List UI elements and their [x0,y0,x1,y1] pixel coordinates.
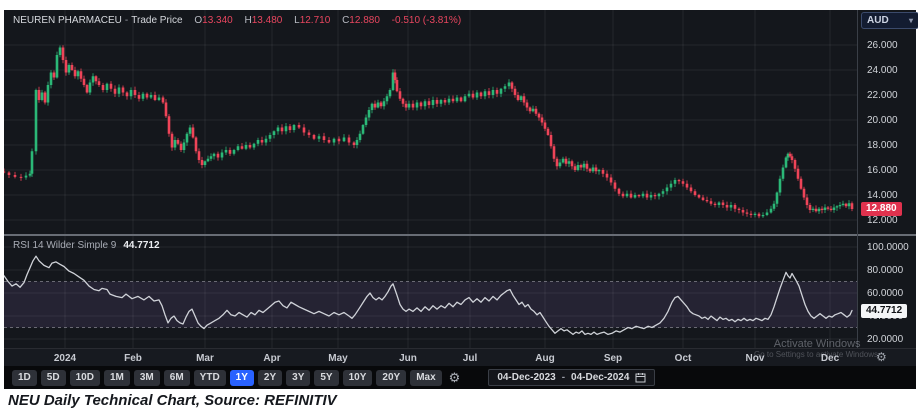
price-legend: NEUREN PHARMACEU - Trade Price O13.340 H13… [13,15,461,26]
month-label-feb: Feb [124,353,142,364]
low-value: 12.710 [299,15,331,26]
month-label-dec: Dec [820,353,840,364]
range-button-5y[interactable]: 5Y [314,369,339,386]
change-value: -0.510 (-3.81%) [391,15,462,26]
range-button-2y[interactable]: 2Y [257,369,283,386]
month-label-oct: Oct [674,353,692,364]
axis-settings-gear-icon[interactable]: ⚙ [876,350,887,364]
high-value: 13.480 [251,15,283,26]
toolbar-gear-icon[interactable]: ⚙ [449,370,461,385]
price-axis-column[interactable]: AUD ▾ 12.880 44.7712 26.000 24.000 22.000 2… [857,10,918,348]
range-button-5d[interactable]: 5D [40,369,66,386]
month-label-sep: Sep [603,353,623,364]
price-axis-label: 20.000 [867,115,898,126]
range-button-1d[interactable]: 1D [12,369,37,386]
rsi-axis-label: 20.0000 [867,334,904,345]
rsi-axis-label: 100.0000 [867,242,909,253]
rsi-current-value: 44.7712 [123,240,160,251]
x-axis: 2024 Feb Mar Apr May Jun Jul Aug Sep Oct Nov Dec [4,348,916,367]
high-label: H [244,15,252,26]
price-axis-label: 26.000 [867,40,898,51]
price-axis-label: 16.000 [867,165,898,176]
bottom-toolbar: 1D 5D 10D 1M 3M 6M YTD 1Y 2Y 3Y 5Y 10Y 20Y Max ⚙ 04-Dec… [4,366,916,389]
range-button-3m[interactable]: 3M [133,369,160,386]
range-button-20y[interactable]: 20Y [376,369,407,386]
month-label-2024: 2024 [53,353,77,364]
close-value: 12.880 [349,15,380,26]
month-label-apr: Apr [263,353,281,364]
range-button-10d[interactable]: 10D [69,369,100,386]
range-button-10y[interactable]: 10Y [342,369,373,386]
month-label-jun: Jun [399,353,417,364]
candlestick-chart [4,10,857,234]
rsi-axis-label: 60.0000 [867,288,904,299]
open-value: 13.340 [202,15,233,26]
range-button-max[interactable]: Max [410,369,442,386]
range-button-1m[interactable]: 1M [103,369,130,386]
rsi-legend: RSI 14 Wilder Simple 9 44.7712 [13,240,160,251]
date-to: 04-Dec-2024 [571,372,630,383]
chevron-down-icon: ▾ [908,16,913,25]
open-label: O [194,15,203,26]
chart-caption: NEU Daily Technical Chart, Source: REFIN… [8,392,337,409]
rsi-line-chart [4,236,857,348]
rsi-axis-label: 80.0000 [867,265,904,276]
series-label: Trade Price [131,15,183,26]
calendar-icon [635,373,646,383]
last-price-badge: 12.880 [861,202,902,216]
currency-selector[interactable]: AUD ▾ [861,12,918,29]
range-button-6m[interactable]: 6M [163,369,190,386]
price-axis-label: 18.000 [867,140,898,151]
range-button-1y[interactable]: 1Y [229,369,254,386]
legend-separator: - [124,15,129,26]
price-axis-label: 14.000 [867,190,898,201]
price-axis-label: 22.000 [867,90,898,101]
month-label-may: May [328,353,348,364]
month-label-mar: Mar [196,353,214,364]
price-axis-label: 12.000 [867,215,898,226]
date-separator: - [561,372,566,383]
month-label-aug: Aug [535,353,555,364]
range-button-ytd[interactable]: YTD [193,369,226,386]
date-range-picker[interactable]: 04-Dec-2023-04-Dec-2024 [488,369,656,386]
price-axis-label: 24.000 [867,65,898,76]
rsi-value-badge: 44.7712 [861,303,908,318]
range-button-3y[interactable]: 3Y [286,369,311,386]
rsi-chart-plot[interactable]: RSI 14 Wilder Simple 9 44.7712 [4,236,857,348]
month-label-jul: Jul [462,353,478,364]
date-from: 04-Dec-2023 [497,372,556,383]
price-chart-plot[interactable]: NEUREN PHARMACEU - Trade Price O13.340 H13… [4,10,857,234]
rsi-label: RSI 14 Wilder Simple 9 [13,240,117,251]
symbol-name: NEUREN PHARMACEU [13,15,122,26]
currency-value: AUD [867,15,889,26]
chart-widget: NEUREN PHARMACEU - Trade Price O13.340 H13… [4,10,918,389]
month-label-nov: Nov [745,353,765,364]
